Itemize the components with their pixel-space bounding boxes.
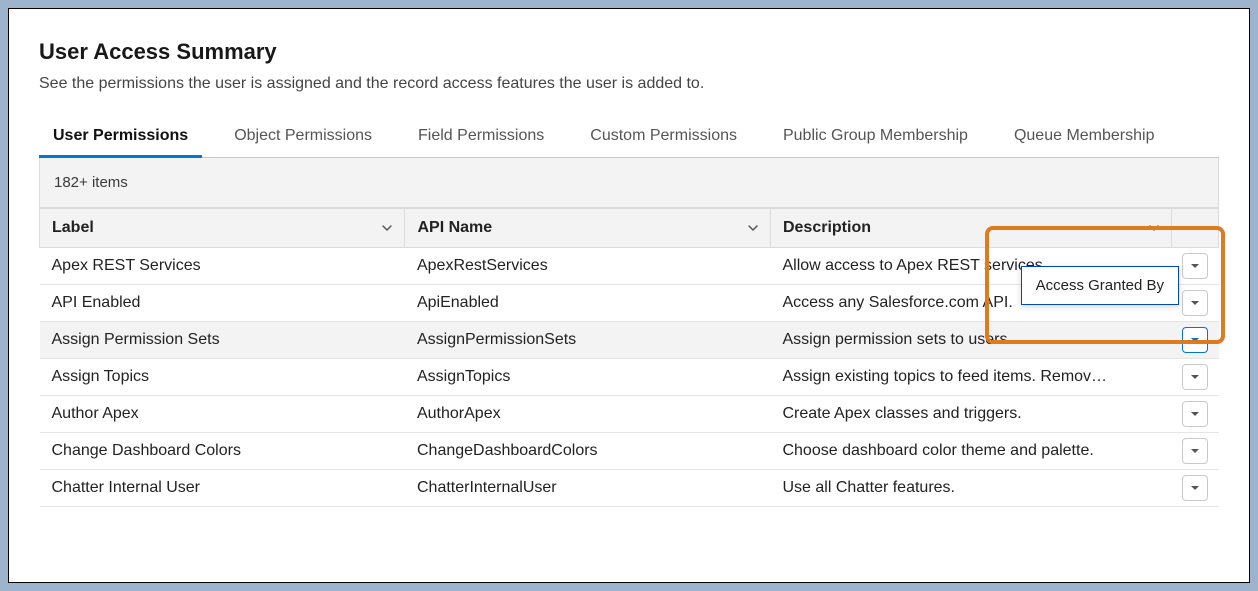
cell-api-name: ApexRestServices <box>405 248 770 285</box>
tab-object-permissions[interactable]: Object Permissions <box>220 117 386 157</box>
cell-label: API Enabled <box>40 285 405 322</box>
table-row: Change Dashboard Colors ChangeDashboardC… <box>40 433 1219 470</box>
column-header-label-text: Label <box>52 219 94 236</box>
cell-label: Chatter Internal User <box>40 470 405 507</box>
table-row: Author Apex AuthorApex Create Apex class… <box>40 396 1219 433</box>
cell-api-name: AssignTopics <box>405 359 770 396</box>
column-header-description[interactable]: Description <box>770 209 1171 248</box>
caret-down-icon <box>1190 298 1200 308</box>
cell-label: Apex REST Services <box>40 248 405 285</box>
cell-label: Assign Topics <box>40 359 405 396</box>
row-action-button[interactable] <box>1182 327 1208 353</box>
tabs-nav: User Permissions Object Permissions Fiel… <box>39 117 1219 158</box>
caret-down-icon <box>1190 409 1200 419</box>
column-header-description-text: Description <box>783 219 871 236</box>
table-row: Assign Topics AssignTopics Assign existi… <box>40 359 1219 396</box>
page-title: User Access Summary <box>39 39 1219 65</box>
page-subtitle: See the permissions the user is assigned… <box>39 75 1219 93</box>
caret-down-icon <box>1190 446 1200 456</box>
cell-description: Assign permission sets to users. <box>770 322 1171 359</box>
row-action-button[interactable] <box>1182 290 1208 316</box>
cell-label: Assign Permission Sets <box>40 322 405 359</box>
permissions-table-wrap: 182+ items Label API Name <box>39 158 1219 507</box>
column-header-actions <box>1171 209 1218 248</box>
user-access-summary-card: User Access Summary See the permissions … <box>8 8 1250 583</box>
row-action-button[interactable] <box>1182 475 1208 501</box>
permissions-table: Label API Name Description <box>39 208 1219 507</box>
row-action-button[interactable] <box>1182 253 1208 279</box>
tab-queue-membership[interactable]: Queue Membership <box>1000 117 1169 157</box>
cell-description: Use all Chatter features. <box>770 470 1171 507</box>
row-action-button[interactable] <box>1182 364 1208 390</box>
column-header-api-name-text: API Name <box>417 219 492 236</box>
tab-user-permissions[interactable]: User Permissions <box>39 117 202 157</box>
tab-custom-permissions[interactable]: Custom Permissions <box>576 117 751 157</box>
caret-down-icon <box>1190 335 1200 345</box>
cell-api-name: AuthorApex <box>405 396 770 433</box>
cell-label: Change Dashboard Colors <box>40 433 405 470</box>
row-action-button[interactable] <box>1182 438 1208 464</box>
cell-api-name: ChatterInternalUser <box>405 470 770 507</box>
chevron-down-icon <box>1147 221 1161 235</box>
cell-description: Create Apex classes and triggers. <box>770 396 1171 433</box>
cell-api-name: ChangeDashboardColors <box>405 433 770 470</box>
tab-field-permissions[interactable]: Field Permissions <box>404 117 558 157</box>
chevron-down-icon <box>746 221 760 235</box>
caret-down-icon <box>1190 483 1200 493</box>
cell-description: Assign existing topics to feed items. Re… <box>770 359 1171 396</box>
column-header-api-name[interactable]: API Name <box>405 209 770 248</box>
chevron-down-icon <box>380 221 394 235</box>
tab-public-group-membership[interactable]: Public Group Membership <box>769 117 982 157</box>
cell-api-name: AssignPermissionSets <box>405 322 770 359</box>
cell-api-name: ApiEnabled <box>405 285 770 322</box>
items-count: 182+ items <box>39 158 1219 208</box>
caret-down-icon <box>1190 261 1200 271</box>
cell-label: Author Apex <box>40 396 405 433</box>
caret-down-icon <box>1190 372 1200 382</box>
table-row: Chatter Internal User ChatterInternalUse… <box>40 470 1219 507</box>
access-granted-by-menu-item[interactable]: Access Granted By <box>1021 266 1179 305</box>
cell-description: Choose dashboard color theme and palette… <box>770 433 1171 470</box>
table-row: Assign Permission Sets AssignPermissionS… <box>40 322 1219 359</box>
column-header-label[interactable]: Label <box>40 209 405 248</box>
row-action-button[interactable] <box>1182 401 1208 427</box>
